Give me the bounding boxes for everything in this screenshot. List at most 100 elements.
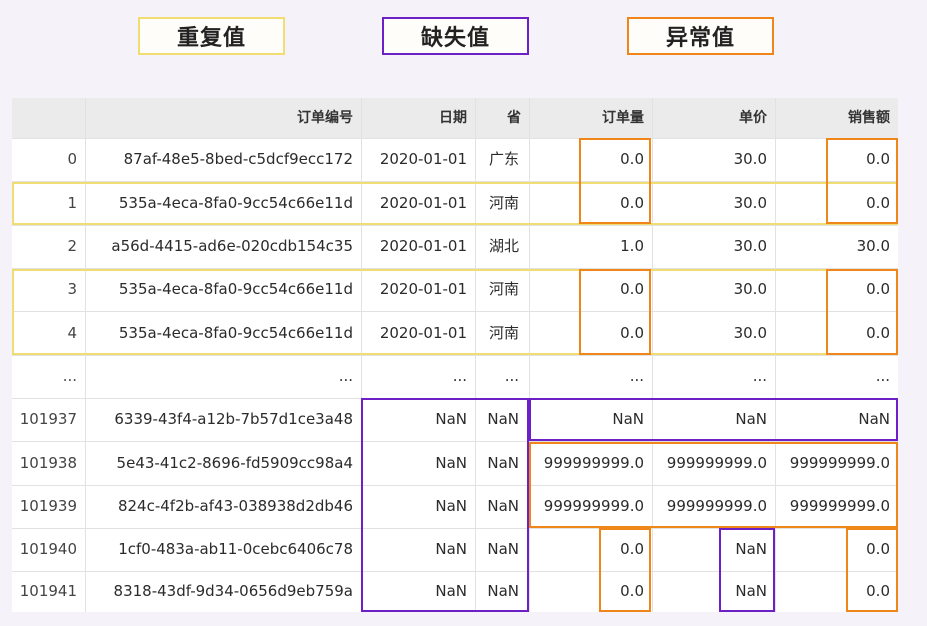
cell-unit-price: 30.0 (733, 324, 767, 342)
cell-province: NaN (487, 410, 519, 428)
cell-order-qty: 999999999.0 (543, 497, 644, 515)
column-divider (652, 98, 653, 612)
cell-sales: 0.0 (866, 540, 890, 558)
cell-unit-price: ... (752, 367, 767, 385)
cell-order-qty: 0.0 (620, 280, 644, 298)
cell-index: 101939 (19, 497, 77, 515)
cell-date: 2020-01-01 (379, 280, 467, 298)
column-divider (475, 98, 476, 612)
cell-sales: NaN (858, 410, 890, 428)
cell-date: NaN (435, 410, 467, 428)
row-divider (12, 571, 898, 572)
cell-date: NaN (435, 497, 467, 515)
cell-date: ... (452, 367, 467, 385)
column-divider (361, 98, 362, 612)
cell-index: 3 (67, 280, 77, 298)
cell-date: NaN (435, 454, 467, 472)
row-divider (12, 441, 898, 442)
cell-sales: 0.0 (866, 150, 890, 168)
cell-province: NaN (487, 582, 519, 600)
cell-unit-price: 30.0 (733, 194, 767, 212)
cell-index: 2 (67, 237, 77, 255)
cell-unit-price: NaN (735, 540, 767, 558)
cell-order-id: 535a-4eca-8fa0-9cc54c66e11d (118, 194, 353, 212)
cell-index: 1 (67, 194, 77, 212)
column-header-index (12, 98, 85, 138)
column-divider (85, 98, 86, 612)
column-header-order-id: 订单编号 (297, 110, 353, 126)
cell-sales: 0.0 (866, 324, 890, 342)
cell-index: 101941 (19, 582, 77, 600)
row-divider (12, 138, 898, 139)
row-divider (12, 398, 898, 399)
cell-province: NaN (487, 454, 519, 472)
cell-unit-price: 999999999.0 (666, 454, 767, 472)
cell-order-id: 8318-43df-9d34-0656d9eb759a (113, 582, 353, 600)
cell-date: NaN (435, 582, 467, 600)
cell-date: 2020-01-01 (379, 324, 467, 342)
cell-sales: ... (875, 367, 890, 385)
cell-order-id: 5e43-41c2-8696-fd5909cc98a4 (116, 454, 353, 472)
row-divider (12, 311, 898, 312)
cell-province: 河南 (488, 194, 519, 212)
row-divider (12, 528, 898, 529)
cell-sales: 999999999.0 (789, 454, 890, 472)
cell-province: 河南 (488, 280, 519, 298)
cell-province: 河南 (488, 324, 519, 342)
cell-order-qty: 999999999.0 (543, 454, 644, 472)
cell-province: 湖北 (488, 237, 519, 255)
cell-order-id: 535a-4eca-8fa0-9cc54c66e11d (118, 280, 353, 298)
row-divider (12, 355, 898, 356)
legend-missing: 缺失值 (382, 17, 529, 55)
cell-unit-price: 30.0 (733, 237, 767, 255)
cell-order-qty: 0.0 (620, 540, 644, 558)
cell-province: NaN (487, 497, 519, 515)
column-header-order-qty: 订单量 (602, 110, 644, 126)
cell-index: 101938 (19, 454, 77, 472)
cell-order-id: 535a-4eca-8fa0-9cc54c66e11d (118, 324, 353, 342)
cell-order-qty: ... (629, 367, 644, 385)
cell-index: 101940 (19, 540, 77, 558)
row-divider (12, 225, 898, 226)
cell-unit-price: 999999999.0 (666, 497, 767, 515)
cell-province: ... (504, 367, 519, 385)
cell-index: 4 (67, 324, 77, 342)
page: 重复值 缺失值 异常值 订单编号 日期 省 订单量 单价 销售额 0 87af-48e5-8b… (0, 0, 927, 626)
cell-order-qty: 0.0 (620, 582, 644, 600)
cell-order-qty: 0.0 (620, 150, 644, 168)
cell-unit-price: NaN (735, 410, 767, 428)
cell-order-id: 824c-4f2b-af43-038938d2db46 (117, 497, 353, 515)
column-divider (775, 98, 776, 612)
cell-date: 2020-01-01 (379, 237, 467, 255)
cell-unit-price: NaN (735, 582, 767, 600)
column-divider (529, 98, 530, 612)
column-header-unit-price: 单价 (739, 110, 767, 126)
cell-province: NaN (487, 540, 519, 558)
cell-order-qty: 0.0 (620, 324, 644, 342)
cell-unit-price: 30.0 (733, 150, 767, 168)
column-header-sales: 销售额 (848, 110, 890, 126)
cell-order-id: ... (338, 367, 353, 385)
data-table: 订单编号 日期 省 订单量 单价 销售额 0 87af-48e5-8bed-c5dcf9ecc… (12, 98, 898, 612)
cell-sales: 0.0 (866, 280, 890, 298)
cell-order-id: 87af-48e5-8bed-c5dcf9ecc172 (123, 150, 353, 168)
cell-index: 0 (67, 150, 77, 168)
cell-order-qty: NaN (612, 410, 644, 428)
cell-sales: 30.0 (856, 237, 890, 255)
cell-province: 广东 (488, 150, 519, 168)
cell-sales: 999999999.0 (789, 497, 890, 515)
cell-order-id: a56d-4415-ad6e-020cdb154c35 (111, 237, 353, 255)
row-divider (12, 181, 898, 182)
cell-date: 2020-01-01 (379, 150, 467, 168)
column-header-province: 省 (507, 110, 521, 126)
cell-order-qty: 0.0 (620, 194, 644, 212)
legend-abnormal: 异常值 (627, 17, 774, 55)
cell-sales: 0.0 (866, 194, 890, 212)
cell-order-qty: 1.0 (620, 237, 644, 255)
cell-date: NaN (435, 540, 467, 558)
cell-index: ... (62, 367, 77, 385)
cell-index: 101937 (19, 410, 77, 428)
column-header-date: 日期 (439, 110, 467, 126)
cell-unit-price: 30.0 (733, 280, 767, 298)
legend-duplicate: 重复值 (138, 17, 285, 55)
